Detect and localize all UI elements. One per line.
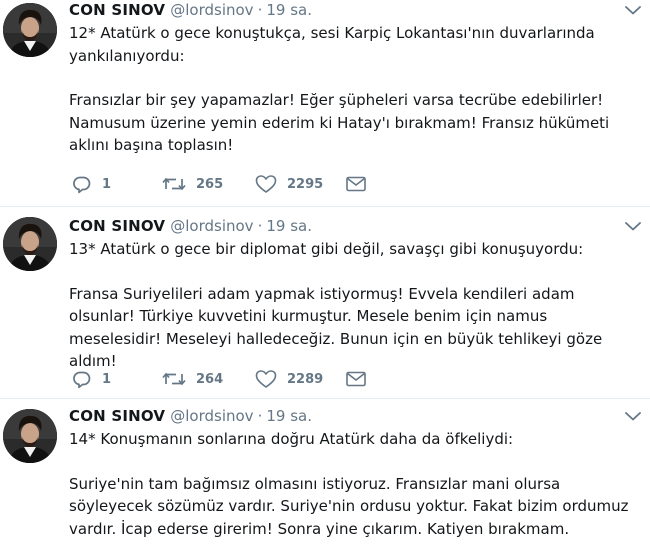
avatar[interactable] bbox=[3, 217, 57, 271]
avatar[interactable] bbox=[3, 3, 57, 57]
separator-dot: · bbox=[257, 217, 263, 235]
author-handle[interactable]: @lordsinov bbox=[170, 407, 253, 425]
retweet-icon bbox=[162, 174, 186, 194]
direct-message-icon bbox=[346, 371, 366, 387]
author-handle[interactable]: @lordsinov bbox=[170, 1, 253, 19]
reply-button[interactable]: 1 bbox=[72, 369, 111, 389]
direct-message-button[interactable] bbox=[346, 369, 366, 389]
tweet-text: 14* Konuşmanın sonlarına doğru Atatürk d… bbox=[69, 428, 639, 540]
tweet-divider bbox=[0, 206, 650, 207]
tweet[interactable]: CON SINOV @lordsinov · 19 sa. 12* Atatürk o… bbox=[0, 0, 650, 205]
like-count: 2289 bbox=[287, 371, 324, 387]
retweet-count: 264 bbox=[196, 371, 224, 387]
author-name[interactable]: CON SINOV bbox=[69, 217, 165, 235]
tweet-divider bbox=[0, 398, 650, 399]
timestamp[interactable]: 19 sa. bbox=[266, 217, 312, 235]
direct-message-icon bbox=[346, 176, 366, 192]
reply-count: 1 bbox=[102, 371, 112, 387]
reply-count: 1 bbox=[102, 176, 112, 192]
retweet-button[interactable]: 264 bbox=[162, 369, 223, 389]
author-name[interactable]: CON SINOV bbox=[69, 407, 165, 425]
chevron-down-icon[interactable] bbox=[624, 408, 642, 422]
reply-button[interactable]: 1 bbox=[72, 174, 111, 194]
tweet[interactable]: CON SINOV @lordsinov · 19 sa. 13* Atatürk o… bbox=[0, 214, 650, 404]
retweet-icon bbox=[162, 369, 186, 389]
chevron-down-icon[interactable] bbox=[624, 218, 642, 232]
retweet-button[interactable]: 265 bbox=[162, 174, 223, 194]
tweet-paragraph: 13* Atatürk o gece bir diplomat gibi değ… bbox=[69, 240, 584, 258]
author-name[interactable]: CON SINOV bbox=[69, 1, 165, 19]
separator-dot: · bbox=[257, 1, 263, 19]
tweet-header: CON SINOV @lordsinov · 19 sa. bbox=[69, 216, 312, 236]
heart-icon bbox=[255, 369, 277, 389]
tweet-text: 13* Atatürk o gece bir diplomat gibi değ… bbox=[69, 238, 639, 373]
avatar[interactable] bbox=[3, 409, 57, 463]
heart-icon bbox=[255, 174, 277, 194]
author-handle[interactable]: @lordsinov bbox=[170, 217, 253, 235]
tweet-header: CON SINOV @lordsinov · 19 sa. bbox=[69, 406, 312, 426]
retweet-count: 265 bbox=[196, 176, 224, 192]
tweet-paragraph: 12* Atatürk o gece konuştukça, sesi Karp… bbox=[69, 24, 595, 65]
chevron-down-icon[interactable] bbox=[624, 2, 642, 16]
like-button[interactable]: 2295 bbox=[255, 174, 323, 194]
timestamp[interactable]: 19 sa. bbox=[266, 407, 312, 425]
tweet-paragraph: Suriye'nin tam bağımsız olmasını istiyor… bbox=[69, 474, 629, 538]
separator-dot: · bbox=[257, 407, 263, 425]
reply-icon bbox=[72, 174, 92, 194]
tweet-text: 12* Atatürk o gece konuştukça, sesi Karp… bbox=[69, 22, 639, 157]
tweet[interactable]: CON SINOV @lordsinov · 19 sa. 14* Konuşmanı… bbox=[0, 406, 650, 548]
reply-icon bbox=[72, 369, 92, 389]
like-button[interactable]: 2289 bbox=[255, 369, 323, 389]
tweet-paragraph: Fransa Suriyelileri adam yapmak istiyorm… bbox=[69, 284, 603, 371]
direct-message-button[interactable] bbox=[346, 174, 366, 194]
timestamp[interactable]: 19 sa. bbox=[266, 1, 312, 19]
like-count: 2295 bbox=[287, 176, 324, 192]
tweet-header: CON SINOV @lordsinov · 19 sa. bbox=[69, 0, 312, 20]
tweet-paragraph: 14* Konuşmanın sonlarına doğru Atatürk d… bbox=[69, 430, 514, 448]
tweet-paragraph: Fransızlar bir şey yapamazlar! Eğer şüph… bbox=[69, 91, 610, 154]
